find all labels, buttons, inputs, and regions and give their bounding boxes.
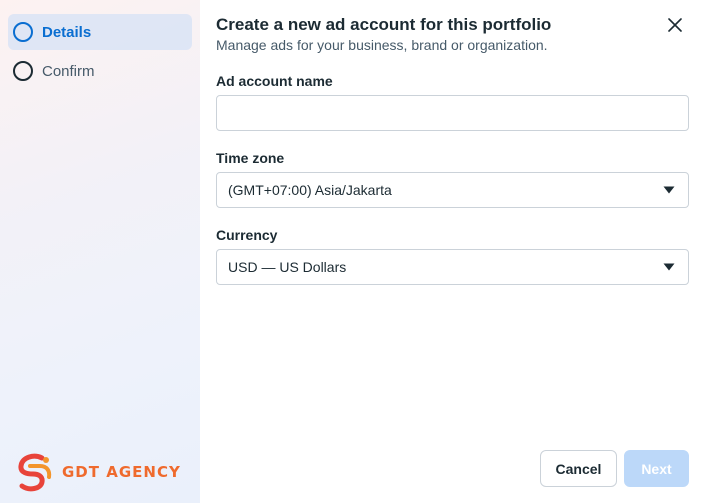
caret-down-icon [663,263,675,271]
time-zone-select[interactable]: (GMT+07:00) Asia/Jakarta [216,172,689,208]
gdt-agency-logo: GDT AGENCY [16,452,200,492]
caret-down-icon [663,186,675,194]
dialog-title: Create a new ad account for this portfol… [216,15,552,34]
ad-account-name-input[interactable] [216,95,689,131]
next-button[interactable]: Next [624,450,689,487]
close-button[interactable] [662,12,688,38]
create-ad-account-dialog: Create a new ad account for this portfol… [200,0,702,503]
dialog-subtitle: Manage ads for your business, brand or o… [216,37,548,53]
close-icon [668,18,682,32]
currency-label: Currency [216,227,278,243]
gdt-logo-mark-icon [18,453,52,492]
steps-sidebar: Details Confirm GDT AGENCY [0,0,200,503]
cancel-button[interactable]: Cancel [540,450,617,487]
currency-select[interactable]: USD — US Dollars [216,249,689,285]
currency-value: USD — US Dollars [228,259,347,275]
ad-account-name-label: Ad account name [216,73,333,89]
step-confirm[interactable]: Confirm [8,53,192,89]
step-label-confirm: Confirm [42,62,95,80]
time-zone-label: Time zone [216,150,285,166]
step-circle-icon [13,61,33,81]
logo-text: GDT AGENCY [62,463,181,481]
step-label-details: Details [42,23,92,41]
time-zone-value: (GMT+07:00) Asia/Jakarta [228,182,392,198]
step-details[interactable]: Details [8,14,192,50]
step-circle-icon [13,22,33,42]
